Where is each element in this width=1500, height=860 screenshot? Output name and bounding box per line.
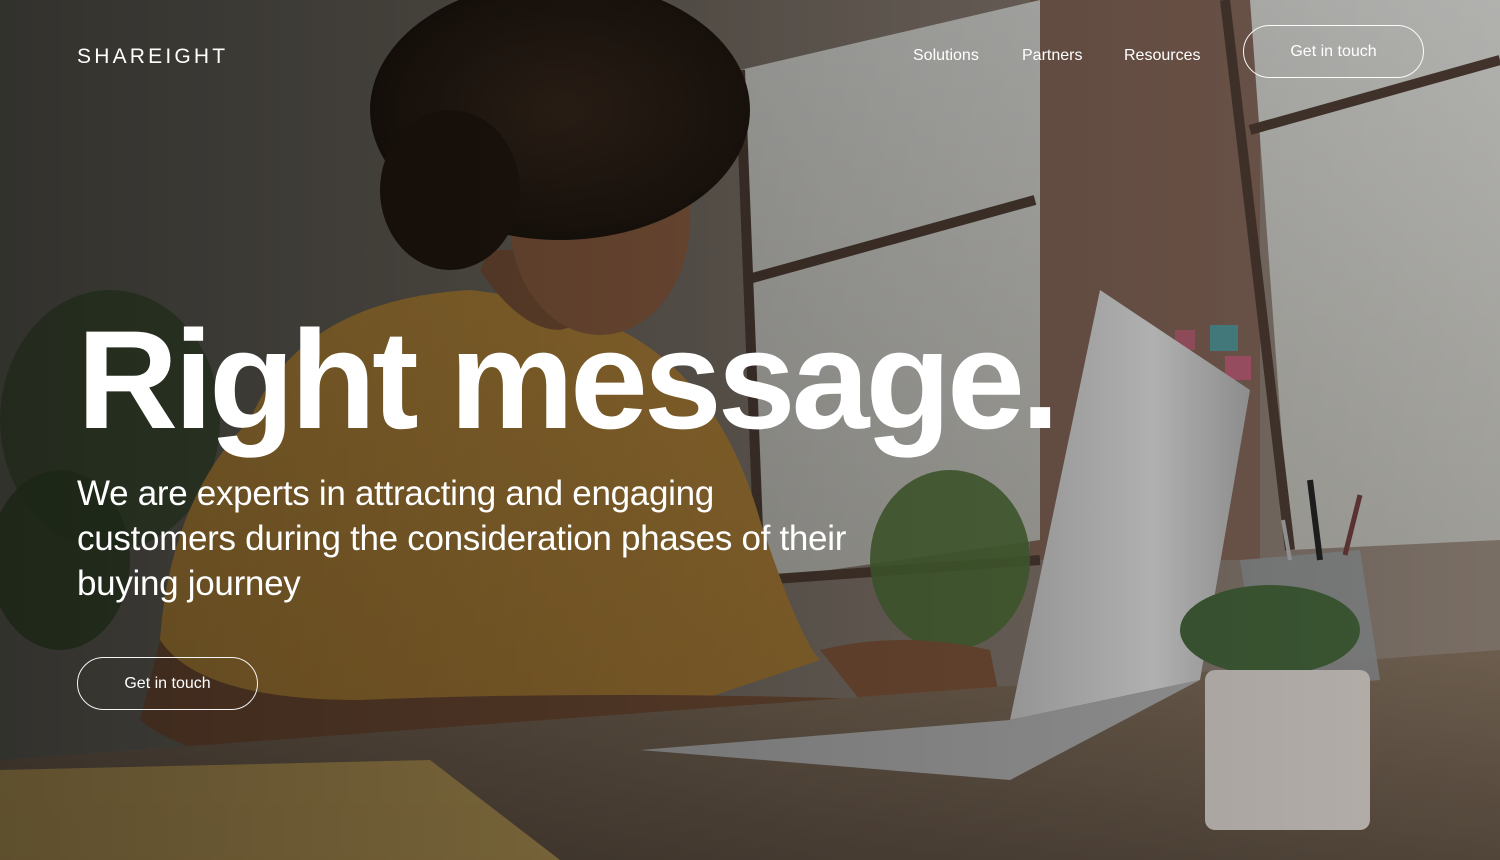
nav-link-partners[interactable]: Partners (1022, 45, 1082, 67)
nav-link-resources[interactable]: Resources (1124, 45, 1200, 67)
hero-get-in-touch-button[interactable]: Get in touch (77, 657, 258, 710)
hero-subheadline: We are experts in attracting and engagin… (77, 474, 847, 603)
brand-logo[interactable]: SHAREIGHT (77, 45, 228, 69)
hero-headline: Right message. (77, 301, 1060, 458)
header-get-in-touch-button[interactable]: Get in touch (1243, 25, 1424, 78)
nav-link-solutions[interactable]: Solutions (913, 45, 979, 67)
